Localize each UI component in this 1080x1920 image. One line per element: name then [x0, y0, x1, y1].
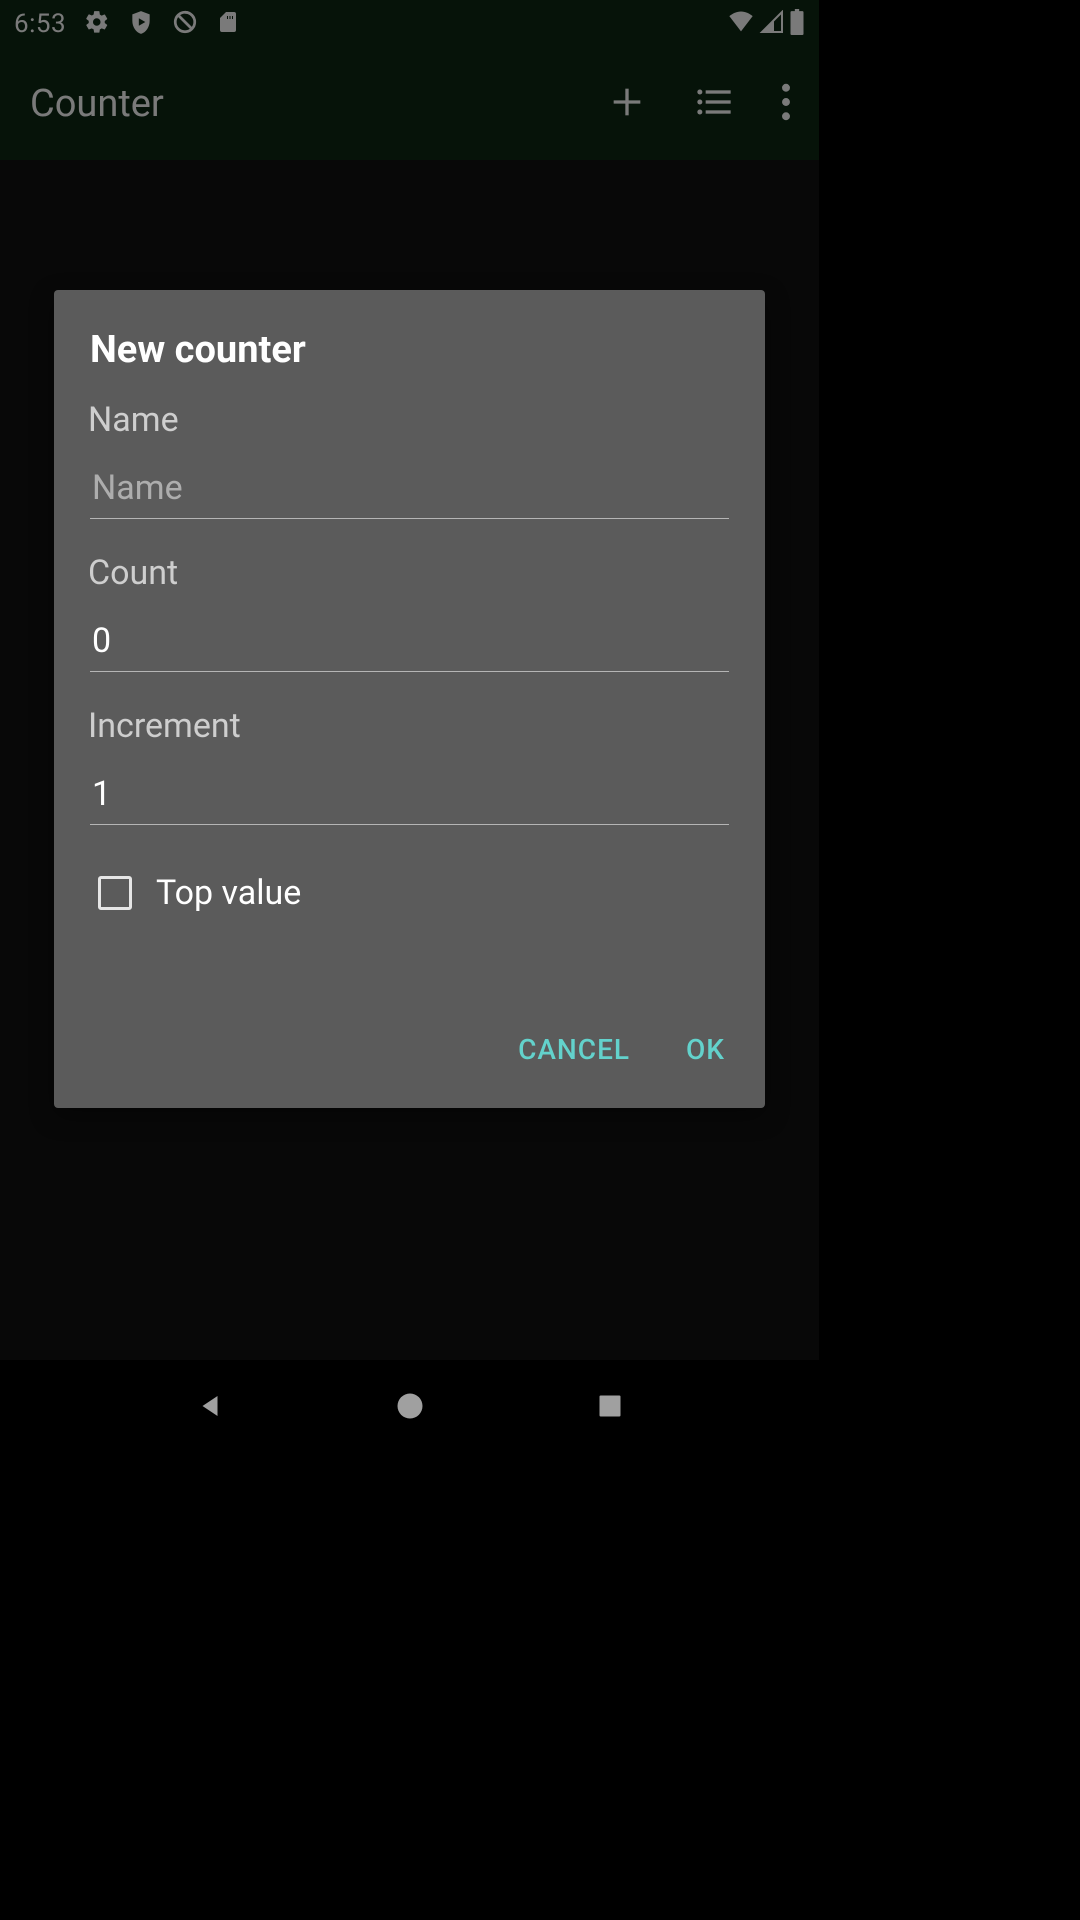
nav-bar — [0, 1360, 819, 1456]
cancel-button[interactable]: Cancel — [518, 1033, 630, 1066]
top-value-row[interactable]: Top value — [98, 873, 729, 913]
increment-input[interactable] — [90, 768, 729, 825]
new-counter-dialog: New counter Name Count Increment Top val… — [54, 290, 765, 1108]
dialog-title: New counter — [90, 328, 729, 372]
count-input[interactable] — [90, 615, 729, 672]
top-value-label: Top value — [156, 873, 301, 913]
nav-home-button[interactable] — [395, 1391, 425, 1425]
nav-recent-button[interactable] — [596, 1392, 624, 1424]
name-label: Name — [88, 400, 729, 440]
name-input[interactable] — [90, 462, 729, 519]
nav-back-button[interactable] — [195, 1391, 225, 1425]
dialog-actions: Cancel OK — [90, 1033, 729, 1090]
increment-label: Increment — [88, 706, 729, 746]
ok-button[interactable]: OK — [686, 1033, 725, 1066]
top-value-checkbox[interactable] — [98, 876, 132, 910]
count-label: Count — [88, 553, 729, 593]
